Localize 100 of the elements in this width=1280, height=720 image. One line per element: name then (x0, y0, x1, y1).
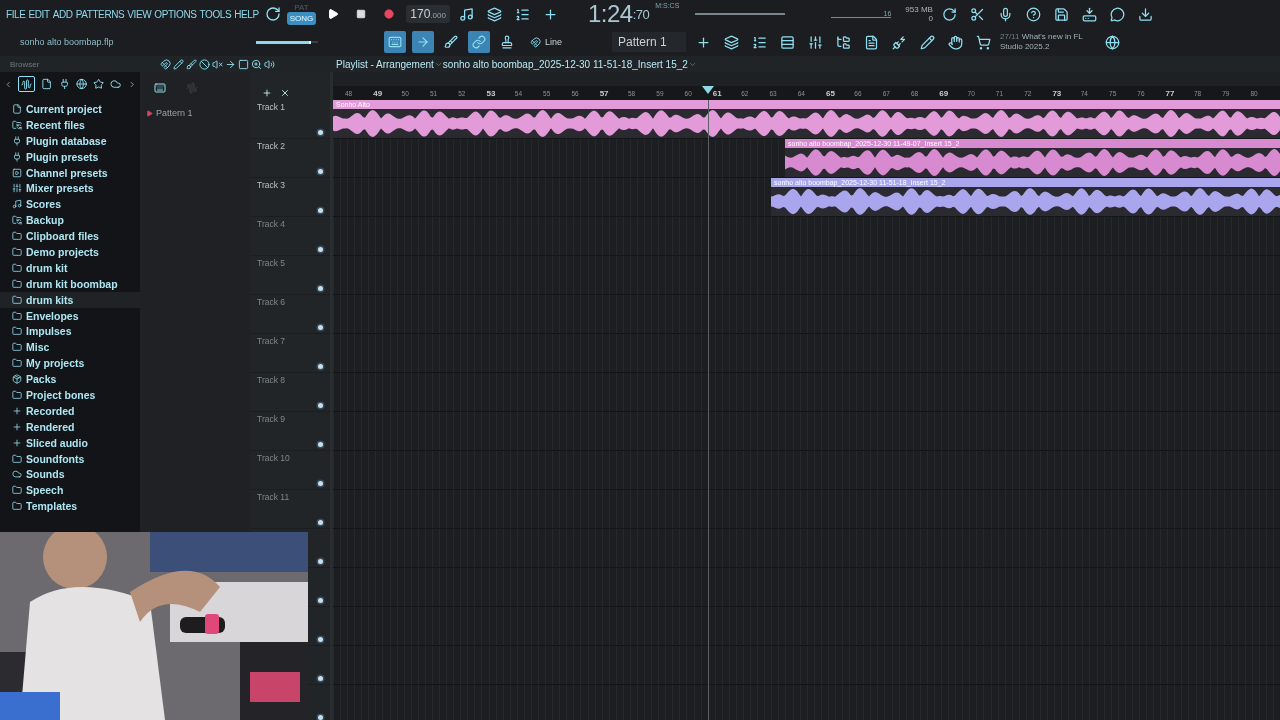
track-led-icon[interactable] (318, 247, 323, 252)
browser-item[interactable]: Sliced audio (0, 434, 140, 451)
playhead-marker[interactable] (702, 86, 714, 94)
arrow-tool-button[interactable] (412, 31, 434, 53)
browser-item[interactable]: Mixer presets (0, 180, 140, 197)
browser-item[interactable]: Sounds (0, 466, 140, 483)
browser-item[interactable]: Scores (0, 196, 140, 213)
browser-item[interactable]: Current project (0, 101, 140, 117)
track-lane[interactable] (333, 646, 1280, 685)
menu-item[interactable]: VIEW (127, 8, 152, 20)
track-lane[interactable] (333, 490, 1280, 529)
all-tab[interactable] (18, 76, 36, 92)
browser-item[interactable]: Packs (0, 371, 140, 388)
browser-item[interactable]: Rendered (0, 418, 140, 435)
browser-item[interactable]: Clipboard files (0, 228, 140, 244)
magnet-icon (530, 36, 541, 48)
track-lane[interactable] (333, 412, 1280, 451)
browser-item-label: Clipboard files (26, 230, 99, 243)
menu-item[interactable]: OPTIONS (154, 8, 197, 20)
browser-item[interactable]: drum kit boombap (0, 275, 140, 292)
note-icon (12, 199, 22, 210)
track-lane[interactable] (333, 607, 1280, 646)
track-lane[interactable] (333, 568, 1280, 607)
track-lane[interactable] (333, 451, 1280, 490)
play-icon (327, 8, 340, 20)
track-led-icon[interactable] (318, 442, 323, 447)
browser-item-label: Project bones (26, 388, 96, 401)
browser-item-label: drum kit (26, 261, 68, 274)
chat-icon (1110, 6, 1126, 22)
track-led-icon[interactable] (318, 637, 323, 642)
pattern-selector[interactable]: Pattern 1 (612, 32, 686, 52)
track-led-icon[interactable] (318, 520, 323, 525)
browser-item-label: drum kit boombap (26, 277, 118, 290)
browser-item[interactable]: Misc (0, 339, 140, 356)
menu-item[interactable]: TOOLS (199, 8, 232, 20)
time-display: 1:24:70 (587, 0, 650, 28)
browser-item[interactable]: Project bones (0, 387, 140, 403)
track-led-icon[interactable] (318, 130, 323, 135)
track-led-icon[interactable] (318, 481, 323, 486)
link-tool-button[interactable] (468, 31, 490, 53)
track-lane[interactable] (333, 256, 1280, 295)
keyboard-tool-button[interactable] (384, 31, 406, 53)
plug-icon (12, 151, 22, 162)
browser-item[interactable]: Plugin database (0, 132, 140, 149)
track-led-icon[interactable] (318, 325, 323, 330)
close-icon (280, 88, 290, 98)
track-led-icon[interactable] (318, 286, 323, 291)
browser-item[interactable]: Templates (0, 498, 140, 515)
browser-item[interactable]: Impulses (0, 323, 140, 340)
browser-item-label: Impulses (26, 325, 72, 338)
track-led-icon[interactable] (318, 169, 323, 174)
menu-item[interactable]: PATTERNS (75, 8, 125, 20)
browser-item[interactable]: Plugin presets (0, 148, 140, 165)
track-name: Track 1 (257, 102, 286, 113)
news-text[interactable]: 27/11 What's new in FL Studio 2025.2 (1000, 32, 1095, 52)
folder-icon (12, 453, 22, 464)
menu-item[interactable]: ADD (52, 8, 73, 20)
track-led-icon[interactable] (318, 676, 323, 681)
track-lane[interactable] (333, 217, 1280, 256)
browser-item[interactable]: My projects (0, 355, 140, 372)
track-led-icon[interactable] (318, 559, 323, 564)
browser-item[interactable]: Speech (0, 482, 140, 499)
track-led-icon[interactable] (318, 364, 323, 369)
folder-icon (12, 119, 22, 130)
folder-icon (12, 294, 22, 305)
browser-item[interactable]: Channel presets (0, 164, 140, 181)
track-lane[interactable] (333, 334, 1280, 373)
track-led-icon[interactable] (318, 403, 323, 408)
browser-item[interactable]: Backup (0, 212, 140, 229)
menu-item[interactable]: HELP (234, 8, 259, 20)
browser-item[interactable]: drum kit (0, 259, 140, 276)
track-led-icon[interactable] (318, 208, 323, 213)
browser-item[interactable]: Envelopes (0, 307, 140, 324)
track-name: Track 8 (257, 375, 286, 386)
pattern-item[interactable]: Pattern 1 (156, 108, 193, 118)
link-icon (472, 35, 486, 49)
cloud-icon (12, 469, 22, 480)
tempo-field[interactable]: 170.000 (406, 5, 450, 23)
track-led-icon[interactable] (318, 598, 323, 603)
browser-item[interactable]: Recent files (0, 116, 140, 133)
track-lane[interactable] (333, 295, 1280, 334)
browser-item[interactable]: Demo projects (0, 244, 140, 260)
browser-item[interactable]: Soundfonts (0, 450, 140, 467)
track-led-icon[interactable] (318, 715, 323, 720)
track-lane[interactable] (333, 373, 1280, 412)
bar-number: 65 (826, 88, 835, 98)
slip-icon (225, 58, 236, 70)
globe-icon (1104, 34, 1120, 50)
waveform-icon (21, 78, 33, 90)
browser-item[interactable]: drum kits (0, 291, 140, 308)
browser-item[interactable]: Recorded (0, 402, 140, 419)
menu-item[interactable]: FILE (6, 8, 26, 20)
undo-icon (942, 6, 958, 22)
track-lane[interactable] (333, 529, 1280, 568)
browser-item-label: Soundfonts (26, 452, 85, 465)
stop-icon (356, 9, 367, 19)
snap-dropdown[interactable]: Line (524, 32, 606, 52)
menu-item[interactable]: EDIT (28, 8, 50, 20)
help-icon (1026, 6, 1042, 22)
bar-number: 49 (373, 88, 383, 98)
